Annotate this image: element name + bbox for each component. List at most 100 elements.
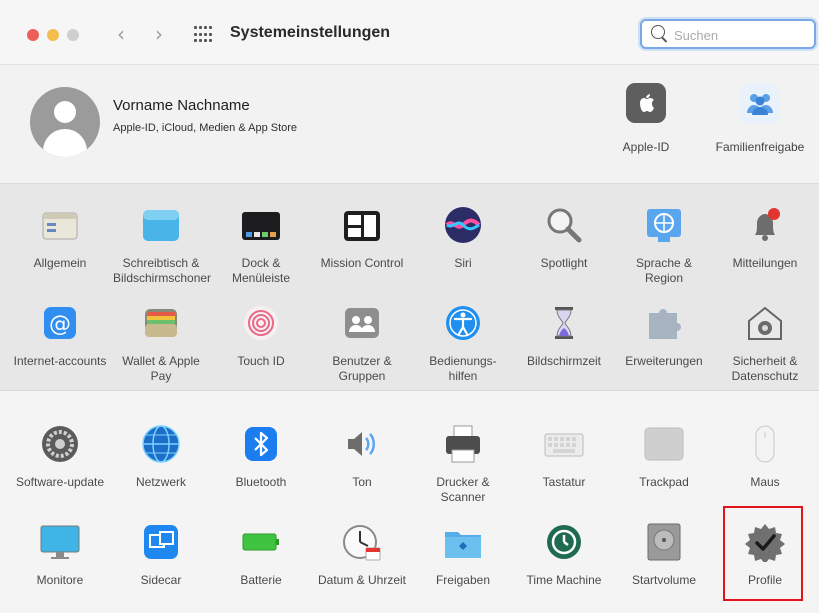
- family-sharing-label: Familienfreigabe: [715, 140, 805, 154]
- pane-software-update[interactable]: Software-update: [12, 424, 108, 490]
- close-window-button[interactable]: [27, 29, 39, 41]
- pane-startup-disk[interactable]: Startvolume: [616, 522, 712, 588]
- pane-label: Erweiterungen: [625, 354, 703, 368]
- mouse-icon: [745, 424, 785, 464]
- desktop-screensaver-icon: [141, 205, 181, 245]
- search-input[interactable]: [674, 25, 804, 45]
- zoom-window-button[interactable]: [67, 29, 79, 41]
- pane-label: Trackpad: [639, 475, 689, 489]
- internet-accounts-icon: @: [40, 303, 80, 343]
- pane-printer-scanner[interactable]: Drucker & Scanner: [415, 424, 511, 504]
- pane-dock-menubar[interactable]: Dock & Menüleiste: [213, 205, 309, 285]
- siri-icon: [443, 205, 483, 245]
- pane-label: Allgemein: [33, 256, 87, 270]
- pane-label: Wallet & Apple Pay: [122, 354, 200, 383]
- pane-mission-control[interactable]: Mission Control: [314, 205, 410, 271]
- extensions-icon: [644, 303, 684, 343]
- sharing-icon: [443, 522, 483, 562]
- pane-users-groups[interactable]: Benutzer & Gruppen: [314, 303, 410, 383]
- pane-label: Benutzer & Gruppen: [332, 354, 392, 383]
- pane-mouse[interactable]: Maus: [717, 424, 813, 490]
- date-time-icon: [342, 522, 382, 562]
- pane-siri[interactable]: Siri: [415, 205, 511, 271]
- pane-keyboard[interactable]: Tastatur: [516, 424, 612, 490]
- pane-label: Touch ID: [237, 354, 285, 368]
- user-subtitle: Apple-ID, iCloud, Medien & App Store: [113, 122, 298, 134]
- minimize-window-button[interactable]: [47, 29, 59, 41]
- pane-label: Dock & Menüleiste: [231, 256, 291, 285]
- startup-disk-icon: [644, 522, 684, 562]
- pane-label: Monitore: [36, 573, 84, 587]
- pane-label: Tastatur: [542, 475, 586, 489]
- pane-time-machine[interactable]: Time Machine: [516, 522, 612, 588]
- search-field[interactable]: [640, 19, 816, 49]
- pane-general[interactable]: Allgemein: [12, 205, 108, 271]
- pane-touch-id[interactable]: Touch ID: [213, 303, 309, 369]
- pane-label: Datum & Uhrzeit: [317, 573, 407, 587]
- pane-date-time[interactable]: Datum & Uhrzeit: [314, 522, 410, 588]
- show-all-grid-icon[interactable]: [194, 26, 212, 44]
- screen-time-icon: [544, 303, 584, 343]
- pane-label: Sprache & Region: [635, 256, 693, 285]
- spotlight-icon: [544, 205, 584, 245]
- wallet-icon: [141, 303, 181, 343]
- sidecar-icon: [141, 522, 181, 562]
- user-name[interactable]: Vorname Nachname: [113, 97, 250, 114]
- pane-notifications[interactable]: Mitteilungen: [717, 205, 813, 271]
- back-button[interactable]: ‹: [111, 22, 131, 46]
- user-avatar[interactable]: [30, 87, 100, 157]
- pane-label: Drucker & Scanner: [436, 475, 490, 504]
- pane-label: Bildschirmzeit: [526, 354, 601, 368]
- pane-security-privacy[interactable]: Sicherheit & Datenschutz: [717, 303, 813, 383]
- pane-sound[interactable]: Ton: [314, 424, 410, 490]
- pane-extensions[interactable]: Erweiterungen: [616, 303, 712, 369]
- touch-id-icon: [241, 303, 281, 343]
- battery-icon: [241, 522, 281, 562]
- pane-label: Spotlight: [540, 256, 588, 270]
- system-preferences-window: ‹ › Systemeinstellungen Vorname Nachname…: [0, 0, 819, 613]
- trackpad-icon: [644, 424, 684, 464]
- pane-sharing[interactable]: Freigaben: [415, 522, 511, 588]
- displays-icon: [40, 522, 80, 562]
- highlight-box-profiles: [723, 506, 803, 601]
- notifications-icon: [745, 205, 785, 245]
- pane-language-region[interactable]: Sprache & Region: [616, 205, 712, 285]
- accessibility-icon: [443, 303, 483, 343]
- family-sharing-pane[interactable]: Familienfreigabe: [705, 83, 815, 154]
- pane-accessibility[interactable]: Bedienungs-hilfen: [415, 303, 511, 383]
- users-groups-icon: [342, 303, 382, 343]
- pane-label: Schreibtisch & Bildschirmschoner: [113, 256, 212, 285]
- pane-label: Sicherheit & Datenschutz: [731, 354, 799, 383]
- pane-battery[interactable]: Batterie: [213, 522, 309, 588]
- pane-screen-time[interactable]: Bildschirmzeit: [516, 303, 612, 369]
- toolbar: ‹ › Systemeinstellungen: [0, 0, 819, 65]
- pane-label: Software-update: [15, 475, 105, 489]
- pane-label: Siri: [454, 256, 472, 270]
- pane-network[interactable]: Netzwerk: [113, 424, 209, 490]
- pane-label: Batterie: [240, 573, 282, 587]
- forward-button[interactable]: ›: [149, 22, 169, 46]
- pane-label: Mitteilungen: [732, 256, 798, 270]
- apple-id-pane[interactable]: Apple-ID: [591, 83, 701, 154]
- pane-label: Startvolume: [631, 573, 697, 587]
- keyboard-icon: [544, 424, 584, 464]
- pane-desktop-screensaver[interactable]: Schreibtisch & Bildschirmschoner: [113, 205, 212, 285]
- pane-label: Internet-accounts: [13, 354, 107, 368]
- svg-text:@: @: [49, 312, 71, 337]
- family-sharing-icon: [740, 83, 780, 123]
- pane-sidecar[interactable]: Sidecar: [113, 522, 209, 588]
- pane-displays[interactable]: Monitore: [12, 522, 108, 588]
- network-icon: [141, 424, 181, 464]
- general-icon: [40, 205, 80, 245]
- security-privacy-icon: [745, 303, 785, 343]
- mission-control-icon: [342, 205, 382, 245]
- pane-bluetooth[interactable]: Bluetooth: [213, 424, 309, 490]
- language-region-icon: [644, 205, 684, 245]
- pane-internet-accounts[interactable]: @ Internet-accounts: [12, 303, 108, 369]
- pane-spotlight[interactable]: Spotlight: [516, 205, 612, 271]
- sound-icon: [342, 424, 382, 464]
- pane-trackpad[interactable]: Trackpad: [616, 424, 712, 490]
- pane-label: Time Machine: [526, 573, 602, 587]
- printer-scanner-icon: [443, 424, 483, 464]
- pane-wallet[interactable]: Wallet & Apple Pay: [113, 303, 209, 383]
